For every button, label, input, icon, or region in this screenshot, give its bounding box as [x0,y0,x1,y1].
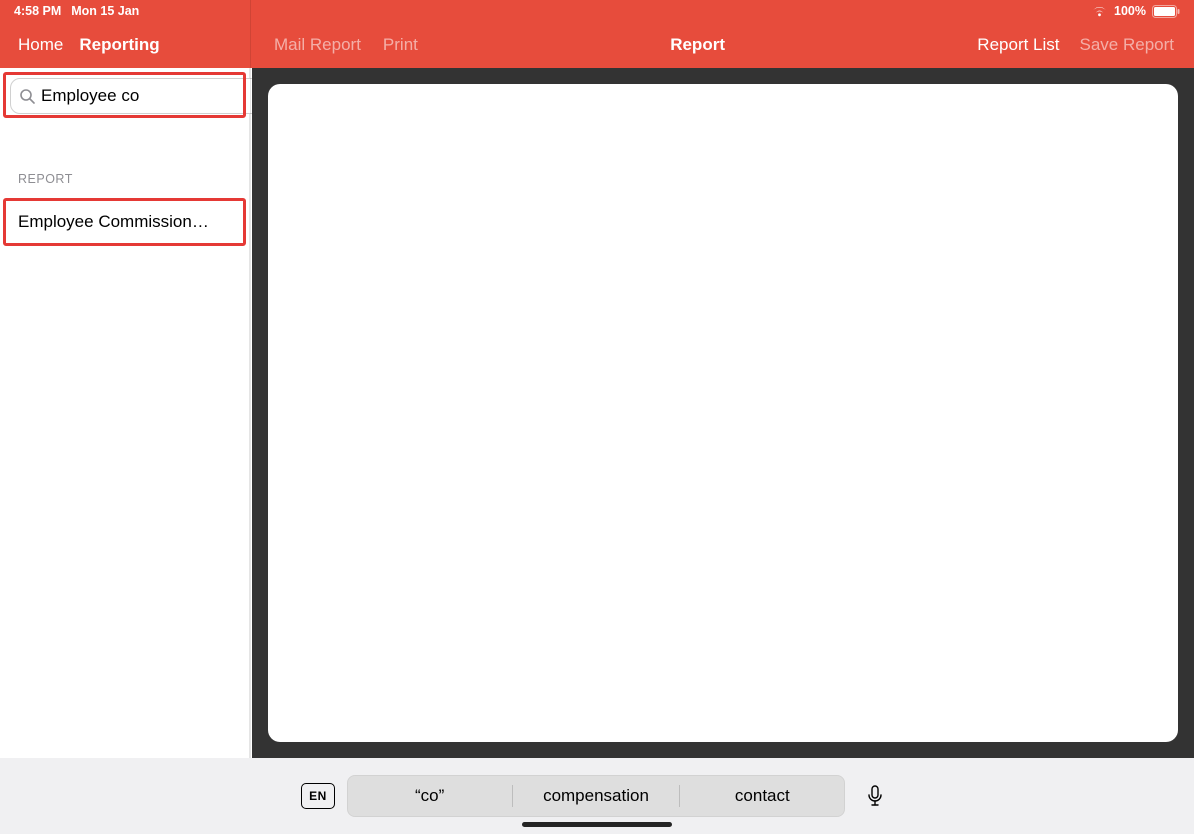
suggestion-1[interactable]: “co” [347,786,512,806]
home-button[interactable]: Home [18,35,63,55]
suggestion-2[interactable]: compensation [513,786,678,806]
status-time: 4:58 PM [14,4,61,18]
search-icon [19,88,35,104]
keyboard-language-button[interactable]: EN [301,783,335,809]
report-canvas [268,84,1178,742]
wifi-icon [1091,5,1108,17]
print-button[interactable]: Print [383,35,418,55]
suggestion-3[interactable]: contact [680,786,845,806]
status-bar: 4:58 PM Mon 15 Jan 100% [0,0,1194,22]
report-list-button[interactable]: Report List [977,35,1059,55]
keyboard-bar: EN “co” compensation contact [0,758,1194,834]
mail-report-button[interactable]: Mail Report [274,35,361,55]
top-nav: Home Reporting Mail Report Print Report … [0,22,1194,68]
section-header-report: REPORT [0,172,249,186]
report-viewer-frame [252,68,1194,758]
home-indicator[interactable] [522,822,672,827]
dictation-mic-icon[interactable] [857,778,893,814]
battery-percent: 100% [1114,4,1146,18]
save-report-button[interactable]: Save Report [1080,35,1175,55]
search-input[interactable] [41,86,262,106]
status-date: Mon 15 Jan [71,4,139,18]
sidebar: Cancel REPORT Employee Commission Re… [0,68,250,834]
suggestion-row: “co” compensation contact [347,775,845,817]
content-title: Report [670,35,725,54]
page-title: Reporting [79,35,159,55]
search-result-item[interactable]: Employee Commission Re… [0,200,230,244]
battery-icon [1152,5,1180,18]
sidebar-divider [250,0,251,834]
